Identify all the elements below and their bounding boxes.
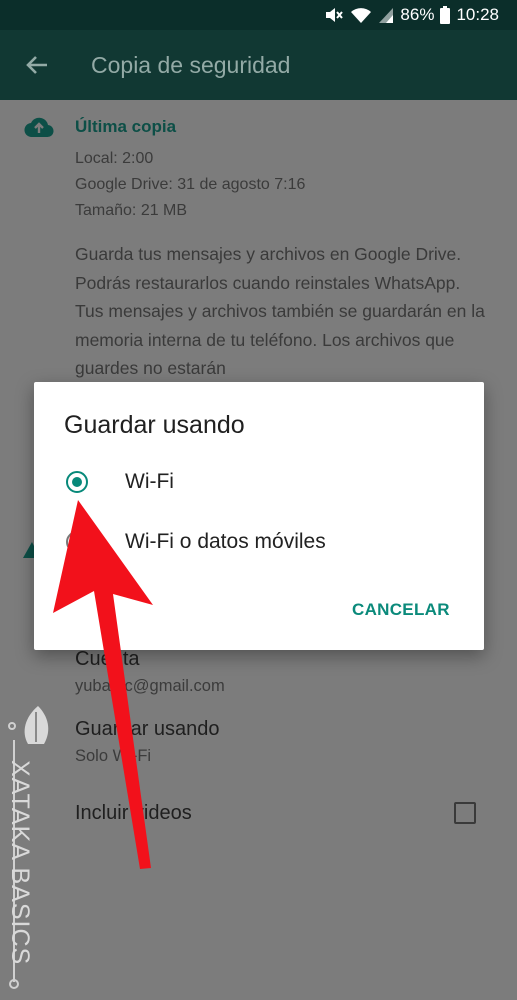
radio-wifi[interactable] — [66, 471, 88, 493]
drive-backup-time: Google Drive: 31 de agosto 7:16 — [75, 176, 306, 193]
battery-icon — [440, 6, 451, 24]
page-title: Copia de seguridad — [91, 52, 291, 78]
radio-wifi-mobile[interactable] — [66, 531, 88, 553]
account-value: yubatec@gmail.com — [75, 677, 225, 695]
cancel-button[interactable]: CANCELAR — [352, 600, 450, 620]
clock: 10:28 — [456, 5, 499, 24]
signal-icon — [379, 8, 394, 23]
app-bar: Copia de seguridad — [0, 30, 517, 100]
local-backup-time: Local: 2:00 — [75, 150, 154, 167]
save-using-label[interactable]: Guardar usando — [75, 718, 220, 741]
include-videos-label[interactable]: Incluir videos — [75, 802, 192, 825]
cloud-upload-icon — [24, 117, 54, 138]
option-wifi-mobile-label[interactable]: Wi-Fi o datos móviles — [125, 530, 326, 554]
save-using-value: Solo Wi-Fi — [75, 747, 152, 765]
watermark-text: XATAKA BASICS — [6, 760, 34, 966]
status-bar: 86% 10:28 — [0, 0, 517, 30]
dialog-title: Guardar usando — [64, 411, 245, 439]
back-arrow-icon[interactable] — [24, 52, 50, 78]
battery-percent: 86% — [400, 5, 435, 24]
option-wifi-label[interactable]: Wi-Fi — [125, 470, 174, 494]
last-backup-title: Última copia — [75, 117, 177, 136]
save-using-dialog: Guardar usando Wi-Fi Wi-Fi o datos móvil… — [34, 382, 484, 650]
backup-size: Tamaño: 21 MB — [75, 202, 188, 219]
account-label[interactable]: Cuenta — [75, 648, 140, 671]
wifi-icon — [351, 8, 372, 23]
include-videos-checkbox[interactable] — [454, 802, 476, 824]
backup-description: Guarda tus mensajes y archivos en Google… — [75, 244, 485, 378]
mute-icon — [326, 8, 344, 22]
